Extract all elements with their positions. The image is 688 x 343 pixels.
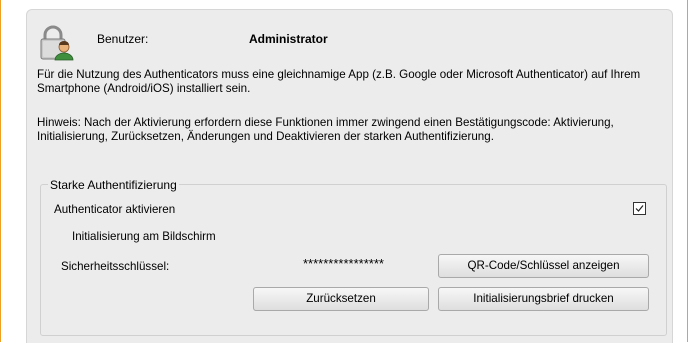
activate-checkbox[interactable] <box>633 202 646 215</box>
info-paragraph: Für die Nutzung des Authenticators muss … <box>37 68 641 95</box>
lock-user-icon <box>38 25 74 61</box>
hint-paragraph: Hinweis: Nach der Aktivierung erfordern … <box>37 116 614 143</box>
user-name: Administrator <box>249 32 328 46</box>
checkmark-icon <box>635 205 644 212</box>
group-title: Starke Authentifizierung <box>48 178 179 192</box>
activate-label: Authenticator aktivieren <box>54 203 176 216</box>
print-init-letter-button[interactable]: Initialisierungsbrief drucken <box>438 287 649 311</box>
reset-button[interactable]: Zurücksetzen <box>253 287 429 311</box>
init-label: Initialisierung am Bildschirm <box>72 230 216 243</box>
show-qr-code-button[interactable]: QR-Code/Schlüssel anzeigen <box>438 254 649 278</box>
window-frame: Benutzer: Administrator Für die Nutzung … <box>0 0 688 343</box>
user-label: Benutzer: <box>97 32 149 46</box>
security-key-label: Sicherheitsschlüssel: <box>61 260 170 273</box>
security-key-value: **************** <box>303 256 384 271</box>
